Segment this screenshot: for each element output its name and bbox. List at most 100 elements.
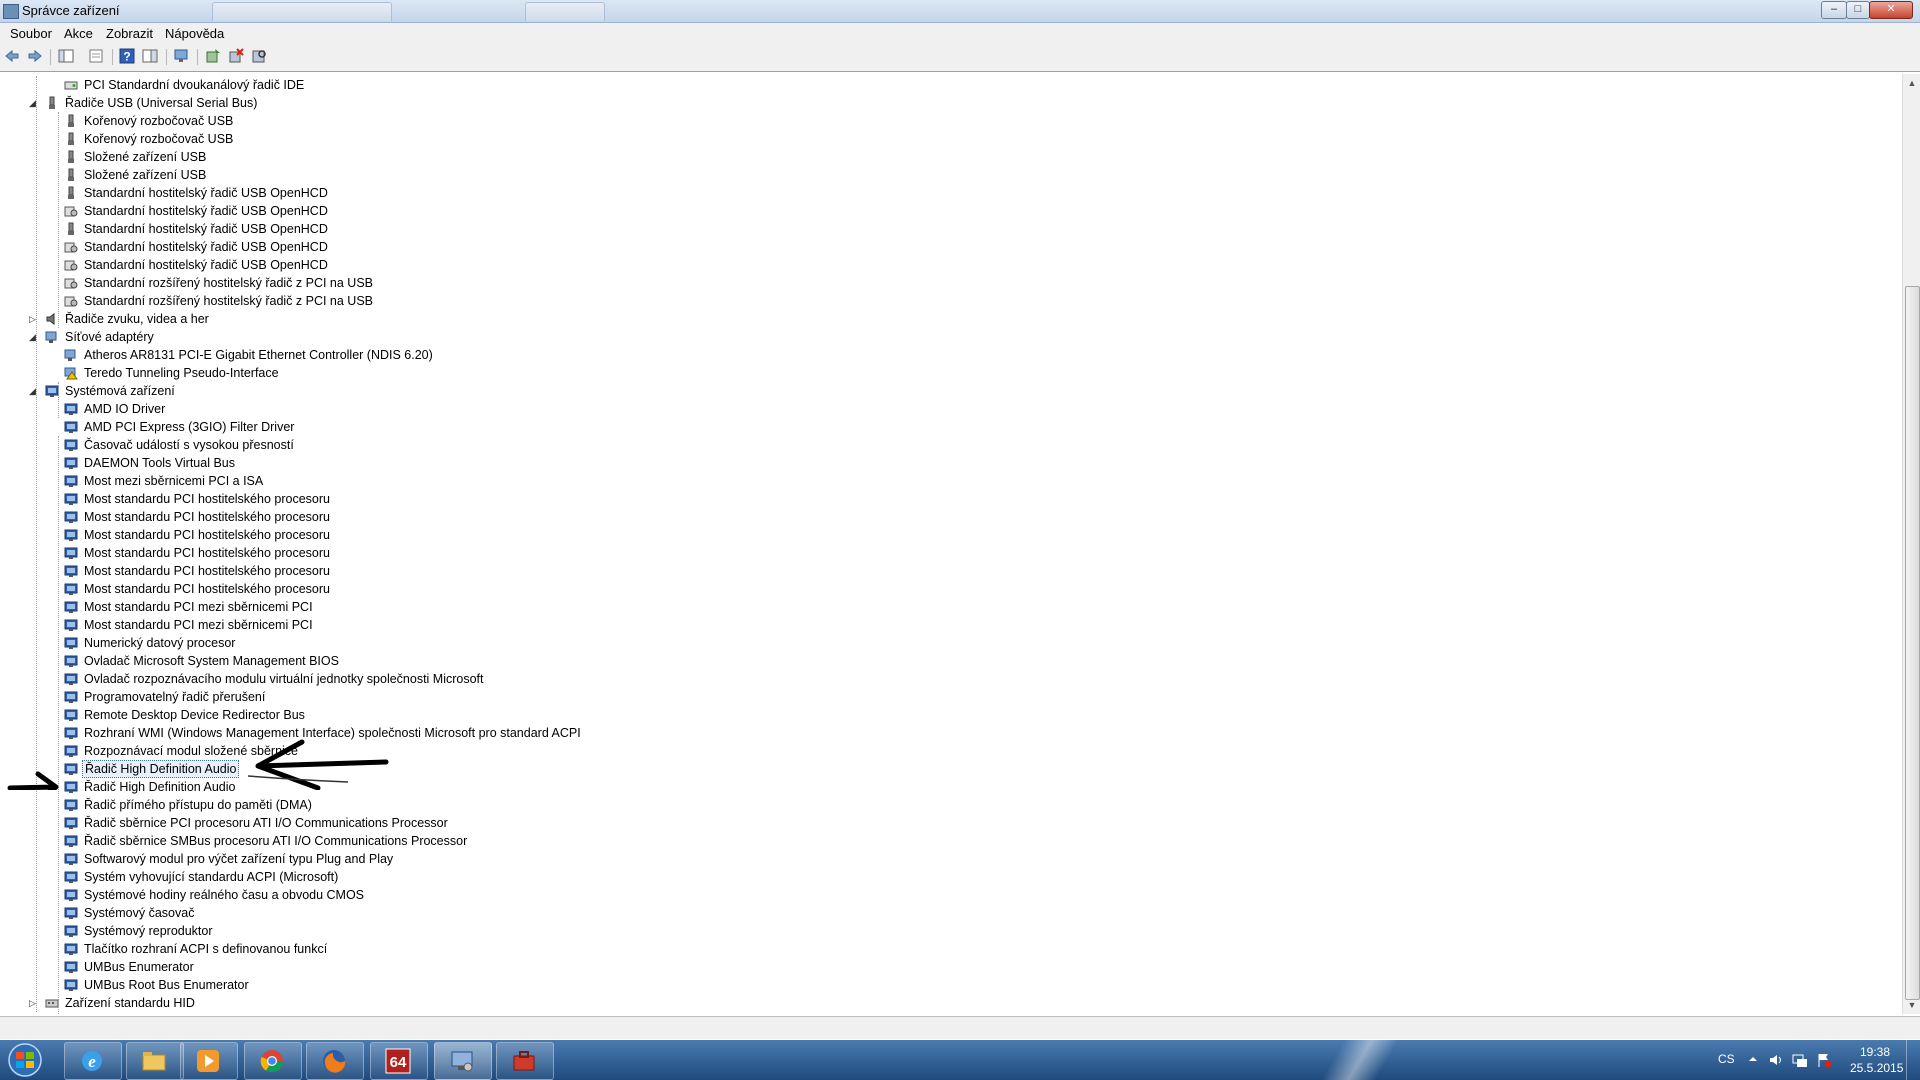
device-icon <box>64 709 78 721</box>
expand-icon[interactable]: ▷ <box>29 994 36 1012</box>
collapse-icon[interactable]: ◢ <box>29 94 36 112</box>
scroll-down-icon[interactable]: ▼ <box>1903 996 1920 1014</box>
volume-icon[interactable] <box>1768 1052 1784 1068</box>
device-icon <box>64 925 78 937</box>
taskbar-ie[interactable]: e <box>64 1042 122 1080</box>
show-desktop-button[interactable] <box>1906 1040 1920 1080</box>
annotation-arrow-right <box>7 771 59 790</box>
title-bar: Správce zařízení – □ ✕ <box>0 0 1920 23</box>
forward-arrow-icon[interactable] <box>27 48 43 64</box>
scroll-thumb[interactable] <box>1905 286 1920 1000</box>
tree-item-label: PCI Standardní dvoukanálový řadič IDE <box>84 78 305 92</box>
cpu-z-64-icon: 64 <box>385 1048 411 1074</box>
tree-item-label: Standardní rozšířený hostitelský řadič z… <box>84 276 374 290</box>
menu-akce[interactable]: Akce <box>64 26 93 41</box>
menu-soubor[interactable]: Soubor <box>10 26 52 41</box>
device-icon <box>45 999 59 1008</box>
tree-item-label: Zařízení standardu HID <box>65 996 195 1010</box>
minimize-button[interactable]: – <box>1821 1 1847 19</box>
firefox-icon <box>323 1050 346 1073</box>
svg-text:64: 64 <box>390 1054 407 1071</box>
background-tab[interactable] <box>525 2 605 21</box>
expand-icon[interactable]: ▷ <box>29 310 36 328</box>
annotation-arrows <box>7 739 389 790</box>
status-bar <box>0 1016 1920 1039</box>
tree-item-label: Softwarový modul pro výčet zařízení typu… <box>84 852 394 866</box>
taskbar: e 64 CS 19:38 25.5.2015 <box>0 1040 1920 1080</box>
device-icon <box>68 222 74 235</box>
taskbar-chrome[interactable] <box>244 1042 302 1080</box>
language-indicator[interactable]: CS <box>1718 1052 1735 1066</box>
device-icon <box>64 367 78 380</box>
tray-expand-icon[interactable] <box>1748 1054 1758 1064</box>
tree-item-label: Řadiče zvuku, videa a her <box>65 312 209 326</box>
tree-item-label: Most standardu PCI hostitelského proceso… <box>84 528 330 542</box>
maximize-button[interactable]: □ <box>1846 1 1870 19</box>
tree-item-label: Programovatelný řadič přerušení <box>84 690 266 704</box>
device-icon <box>64 835 78 847</box>
action-center-flag-icon[interactable] <box>1816 1052 1832 1068</box>
start-button[interactable] <box>4 1042 46 1078</box>
clock-date[interactable]: 25.5.2015 <box>1850 1061 1903 1075</box>
device-icon <box>64 673 78 685</box>
close-button[interactable]: ✕ <box>1869 1 1913 19</box>
device-icon <box>64 439 78 451</box>
menu-napoveda[interactable]: Nápověda <box>165 26 224 41</box>
action-pane-icon[interactable] <box>142 48 158 64</box>
taskbar-device-manager[interactable] <box>434 1042 492 1080</box>
tree-item-label: Most standardu PCI hostitelského proceso… <box>84 582 330 596</box>
device-icon <box>64 457 78 469</box>
ie-icon: e <box>82 1051 102 1071</box>
background-tab[interactable] <box>212 2 392 21</box>
taskbar-firefox[interactable] <box>306 1042 364 1080</box>
device-icon <box>49 96 55 109</box>
tree-item-label: Řadič sběrnice PCI procesoru ATI I/O Com… <box>84 816 448 830</box>
show-hide-tree-icon[interactable] <box>58 48 74 64</box>
clock-time[interactable]: 19:38 <box>1860 1045 1890 1059</box>
svg-text:?: ? <box>123 50 130 64</box>
taskbar-toolbox[interactable] <box>496 1042 554 1080</box>
monitor-icon[interactable] <box>173 48 189 64</box>
device-manager-icon <box>451 1051 473 1072</box>
collapse-icon[interactable]: ◢ <box>29 328 36 346</box>
tree-connector-line <box>36 76 37 1012</box>
tree-item-label: Standardní hostitelský řadič USB OpenHCD <box>84 240 328 254</box>
tree-item-label: Most standardu PCI hostitelského proceso… <box>84 564 330 578</box>
tree-item-label: Most standardu PCI hostitelského proceso… <box>84 492 330 506</box>
help-icon[interactable]: ? <box>119 48 135 64</box>
tree-item-label: Systémová zařízení <box>65 384 175 398</box>
properties-icon[interactable] <box>88 48 104 64</box>
taskbar-explorer[interactable] <box>126 1042 184 1080</box>
device-icon <box>64 475 78 487</box>
update-driver-icon[interactable] <box>205 48 221 64</box>
tree-item-label: Most standardu PCI hostitelského proceso… <box>84 546 330 560</box>
device-icon <box>64 583 78 595</box>
network-icon[interactable] <box>1792 1052 1808 1068</box>
device-icon <box>68 114 74 127</box>
tree-item-label: Teredo Tunneling Pseudo-Interface <box>84 366 279 380</box>
scroll-up-icon[interactable]: ▲ <box>1903 74 1920 92</box>
device-icon <box>64 547 78 559</box>
device-icon <box>64 206 78 217</box>
svg-text:e: e <box>88 1052 96 1071</box>
device-icon <box>64 529 78 541</box>
taskbar-media-player[interactable] <box>180 1042 238 1080</box>
tree-item-label: Síťové adaptéry <box>65 330 154 344</box>
scan-hardware-icon[interactable] <box>251 48 267 64</box>
menu-zobrazit[interactable]: Zobrazit <box>106 26 153 41</box>
collapse-icon[interactable]: ◢ <box>29 382 36 400</box>
media-player-icon <box>197 1050 219 1072</box>
device-icon <box>64 637 78 649</box>
tree-item-label: Kořenový rozbočovač USB <box>84 132 234 146</box>
tree-connector-line <box>58 112 59 328</box>
device-tree[interactable]: PCI Standardní dvoukanálový řadič IDE ◢ Řa… <box>0 74 1900 1014</box>
back-arrow-icon[interactable] <box>4 48 20 64</box>
vertical-scrollbar[interactable]: ▲ ▼ <box>1902 74 1920 1014</box>
tree-item-label: Most standardu PCI mezi sběrnicemi PCI <box>84 600 313 614</box>
tree-item-label: Standardní hostitelský řadič USB OpenHCD <box>84 186 328 200</box>
tree-item-label: Standardní hostitelský řadič USB OpenHCD <box>84 258 328 272</box>
taskbar-cpu-z[interactable]: 64 <box>370 1042 428 1080</box>
window-title: Správce zařízení <box>22 3 120 18</box>
device-icon <box>64 260 78 271</box>
uninstall-icon[interactable] <box>228 48 244 64</box>
